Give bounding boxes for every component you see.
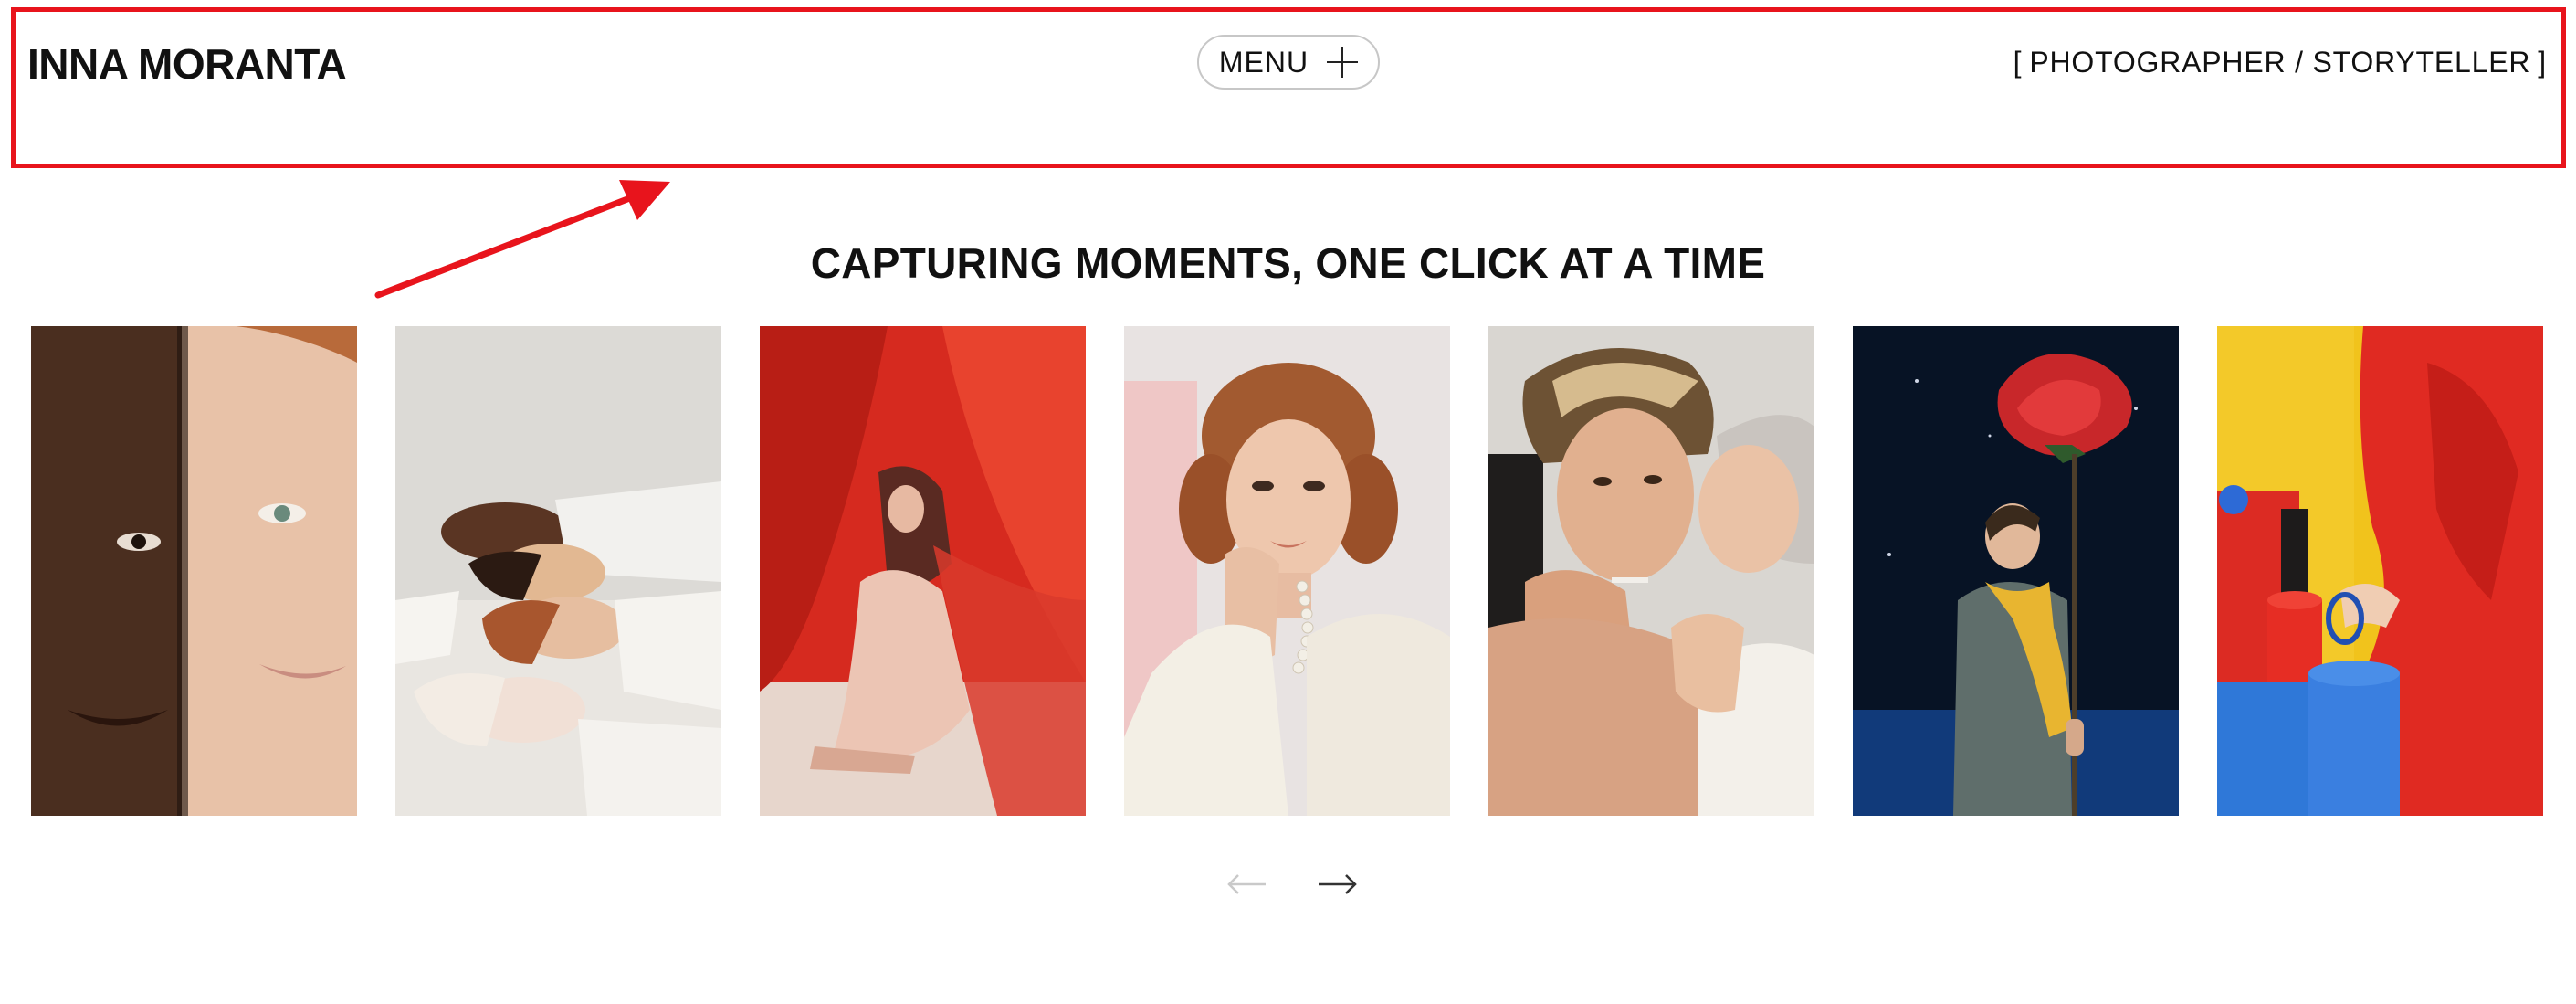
gallery-photo-couple[interactable]: [1488, 326, 1814, 816]
gallery-photo-giant-rose[interactable]: [1853, 326, 2179, 816]
menu-label: MENU: [1218, 45, 1309, 79]
gallery-photo-redhead-pearls[interactable]: [1124, 326, 1450, 816]
photo-red-outfit-image: [2217, 326, 2543, 816]
tagline-bracket-close: ]: [2538, 46, 2547, 79]
prev-button[interactable]: [1224, 868, 1269, 901]
hero-title: CAPTURING MOMENTS, ONE CLICK AT A TIME: [810, 239, 1766, 287]
photo-red-curtain-image: [760, 326, 1086, 816]
photo-four-faces-image: [395, 326, 721, 816]
gallery-photo-red-curtain[interactable]: [760, 326, 1086, 816]
tagline-bracket-open: [: [2013, 46, 2023, 79]
menu-button[interactable]: MENU: [1197, 35, 1380, 90]
arrow-left-icon: [1227, 874, 1266, 894]
arrow-right-icon: [1319, 874, 1357, 894]
gallery-pager: [1224, 868, 1361, 901]
photo-gallery: [31, 326, 2546, 816]
tagline-text: PHOTOGRAPHER / STORYTELLER: [2029, 46, 2531, 79]
next-button[interactable]: [1315, 868, 1361, 901]
photo-giant-rose-image: [1853, 326, 2179, 816]
site-logo[interactable]: INNA MORANTA: [27, 37, 347, 91]
gallery-photo-two-faces[interactable]: [31, 326, 357, 816]
page: INNA MORANTA MENU [ PHOTOGRAPHER / STORY…: [0, 0, 2576, 1004]
tagline: [ PHOTOGRAPHER / STORYTELLER ]: [2013, 40, 2547, 84]
plus-icon: [1327, 47, 1359, 78]
gallery-photo-four-faces[interactable]: [395, 326, 721, 816]
photo-two-faces-image: [31, 326, 357, 816]
photo-couple-image: [1488, 326, 1814, 816]
photo-redhead-pearls-image: [1124, 326, 1450, 816]
gallery-photo-red-outfit[interactable]: [2217, 326, 2543, 816]
